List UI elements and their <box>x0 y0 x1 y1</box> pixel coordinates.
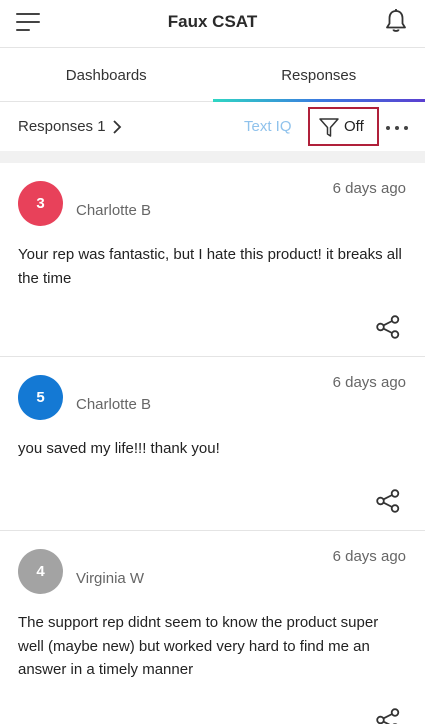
filter-state-label: Off <box>344 118 364 135</box>
app-header: Faux CSAT <box>0 0 425 48</box>
app-screen: Faux CSAT Dashboards Responses Responses… <box>0 0 425 724</box>
tab-dashboards[interactable]: Dashboards <box>0 49 213 101</box>
response-time: 6 days ago <box>332 374 406 391</box>
active-tab-indicator <box>212 99 425 102</box>
score-badge: 3 <box>18 181 63 226</box>
bell-icon[interactable] <box>385 8 407 34</box>
response-time: 6 days ago <box>332 180 406 197</box>
response-card[interactable]: 3 Charlotte B 6 days ago Your rep was fa… <box>0 163 425 357</box>
text-iq-button[interactable]: Text IQ <box>244 118 292 135</box>
respondent-name: Charlotte B <box>76 396 152 413</box>
more-options-icon[interactable] <box>386 125 408 131</box>
response-comment: you saved my life!!! thank you! <box>18 440 220 457</box>
tab-label: Dashboards <box>65 67 147 84</box>
response-time: 6 days ago <box>332 548 406 565</box>
score-badge: 5 <box>18 375 63 420</box>
tab-label: Responses <box>281 67 357 84</box>
response-card[interactable]: 4 Virginia W 6 days ago The support rep … <box>0 531 425 724</box>
breadcrumb-label: Responses 1 <box>18 118 106 135</box>
tab-bar: Dashboards Responses <box>0 49 425 102</box>
share-icon[interactable] <box>375 708 401 724</box>
respondent-name: Virginia W <box>76 570 145 587</box>
score-badge: 4 <box>18 549 63 594</box>
tab-responses[interactable]: Responses <box>212 49 425 102</box>
respondent-name: Charlotte B <box>76 202 152 219</box>
chevron-right-icon <box>112 119 121 134</box>
filter-button[interactable]: Off <box>308 107 379 146</box>
responses-breadcrumb[interactable]: Responses 1 <box>18 118 122 135</box>
response-card[interactable]: 5 Charlotte B 6 days ago you saved my li… <box>0 357 425 531</box>
response-comment: Your rep was fantastic, but I hate this … <box>18 246 402 287</box>
filter-icon <box>319 117 339 137</box>
section-divider <box>0 151 425 163</box>
response-comment: The support rep didnt seem to know the p… <box>18 614 379 678</box>
share-icon[interactable] <box>375 489 401 513</box>
responses-toolbar: Responses 1 Text IQ Off <box>0 103 425 151</box>
share-icon[interactable] <box>375 315 401 339</box>
page-title: Faux CSAT <box>167 12 258 31</box>
